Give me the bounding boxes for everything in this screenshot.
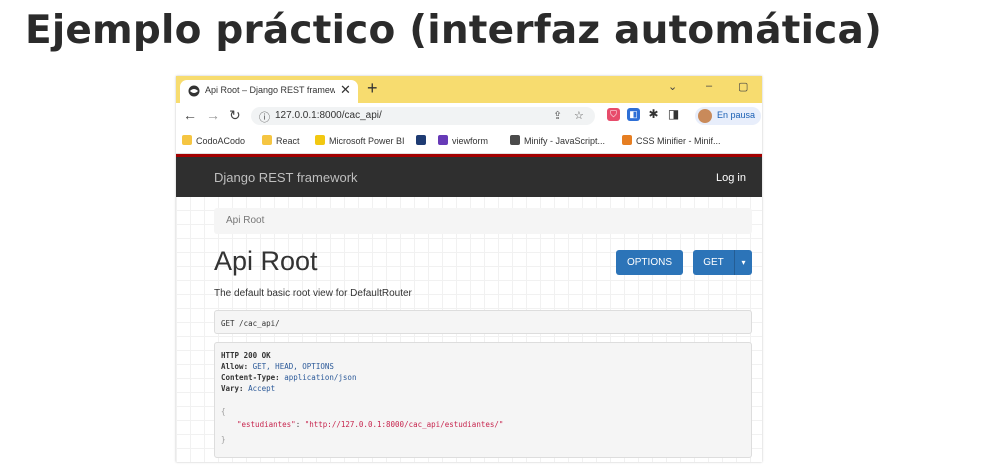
options-button[interactable]: OPTIONS (616, 250, 683, 275)
avatar (698, 109, 712, 123)
css-minifier-icon (622, 135, 632, 145)
breadcrumb-item[interactable]: Api Root (226, 215, 264, 226)
json-open-brace: { (221, 407, 226, 416)
folder-icon (262, 135, 272, 145)
puzzle-icon[interactable]: ✱ (647, 108, 660, 121)
profile-button[interactable]: En pausa (695, 107, 761, 125)
bookmark-codoacodo[interactable]: CodoACodo (182, 135, 245, 146)
bookmark-star-icon[interactable]: ☆ (574, 109, 584, 122)
page-title: Api Root (214, 246, 318, 276)
vary-header-key: Vary: (221, 384, 244, 393)
bookmark-label: CodoACodo (196, 136, 246, 146)
bookmarks-bar: CodoACodo React Microsoft Power BI viewf… (176, 129, 762, 154)
bookmark-viewform[interactable]: viewform (438, 135, 488, 146)
site-info-icon[interactable]: ⓘ (259, 109, 270, 125)
bookmark-label: React (276, 136, 300, 146)
maximize-button[interactable]: ▢ (738, 80, 748, 93)
bookmark-react[interactable]: React (262, 135, 300, 146)
address-url[interactable]: 127.0.0.1:8000/cac_api/ (275, 110, 382, 121)
drf-navbar: Django REST framework Log in (176, 154, 762, 197)
extension-icon[interactable]: ◧ (627, 108, 640, 121)
tab-search-chevron-icon[interactable]: ⌄ (668, 80, 677, 93)
json-close-brace: } (221, 435, 226, 444)
minimize-button[interactable]: – (706, 80, 712, 92)
view-description: The default basic root view for DefaultR… (214, 288, 412, 299)
minify-icon (510, 135, 520, 145)
get-button[interactable]: GET (693, 250, 734, 275)
bookmark-x-icon-link[interactable] (416, 135, 430, 146)
json-key: "estudiantes" (237, 420, 296, 429)
share-icon[interactable]: ⇪ (553, 109, 562, 122)
browser-window: Api Root – Django REST framew... ✕ + ⌄ –… (176, 76, 762, 462)
login-link[interactable]: Log in (716, 172, 746, 184)
drf-brand-link[interactable]: Django REST framework (214, 170, 358, 185)
profile-label: En pausa (717, 110, 756, 120)
new-tab-button[interactable]: + (367, 78, 378, 99)
globe-icon (188, 85, 200, 97)
tab-title: Api Root – Django REST framew... (205, 85, 335, 95)
vary-header-value: Accept (248, 384, 276, 393)
bookmark-minify-js[interactable]: Minify - JavaScript... (510, 135, 605, 146)
browser-toolbar: ← → ↻ ⓘ 127.0.0.1:8000/cac_api/ ⇪ ☆ ⛉ ◧ … (176, 103, 762, 129)
breadcrumb: Api Root (214, 208, 752, 234)
bookmark-power-bi[interactable]: Microsoft Power BI (315, 135, 405, 146)
page-content: Django REST framework Log in Api Root Ap… (176, 154, 762, 462)
side-panel-icon[interactable]: ◨ (667, 108, 680, 121)
folder-icon (182, 135, 192, 145)
slide-title: Ejemplo práctico (interfaz automática) (25, 8, 883, 53)
pocket-icon[interactable]: ⛉ (607, 108, 620, 121)
bookmark-css-minifier[interactable]: CSS Minifier - Minif... (622, 135, 721, 146)
get-format-dropdown-icon[interactable]: ▾ (734, 250, 752, 275)
content-type-header-key: Content-Type: (221, 373, 280, 382)
response-info: HTTP 200 OK Allow: GET, HEAD, OPTIONS Co… (214, 342, 752, 458)
response-status: HTTP 200 OK (221, 351, 271, 360)
request-line: GET /cac_api/ (221, 319, 280, 328)
close-tab-icon[interactable]: ✕ (340, 82, 351, 98)
tab-strip: Api Root – Django REST framew... ✕ + ⌄ –… (176, 76, 762, 103)
content-type-header-value: application/json (284, 373, 357, 382)
reload-icon[interactable]: ↻ (229, 107, 241, 124)
request-info: GET /cac_api/ (214, 310, 752, 334)
bookmark-label: Minify - JavaScript... (524, 136, 606, 146)
allow-header-value: GET, HEAD, OPTIONS (252, 362, 334, 371)
bookmark-label: CSS Minifier - Minif... (636, 136, 721, 146)
back-arrow-icon[interactable]: ← (183, 107, 197, 123)
bookmark-label: viewform (452, 136, 489, 146)
power-bi-icon (315, 135, 325, 145)
forward-arrow-icon[interactable]: → (206, 107, 220, 123)
allow-header-key: Allow: (221, 362, 249, 371)
x-logo-icon (416, 135, 426, 145)
json-link-value[interactable]: "http://127.0.0.1:8000/cac_api/estudiant… (305, 420, 504, 429)
bookmark-label: Microsoft Power BI (329, 136, 405, 146)
address-bar[interactable]: ⓘ 127.0.0.1:8000/cac_api/ ⇪ ☆ (251, 107, 595, 125)
browser-tab[interactable]: Api Root – Django REST framew... ✕ (180, 80, 358, 103)
forms-icon (438, 135, 448, 145)
json-colon: : (295, 420, 305, 429)
